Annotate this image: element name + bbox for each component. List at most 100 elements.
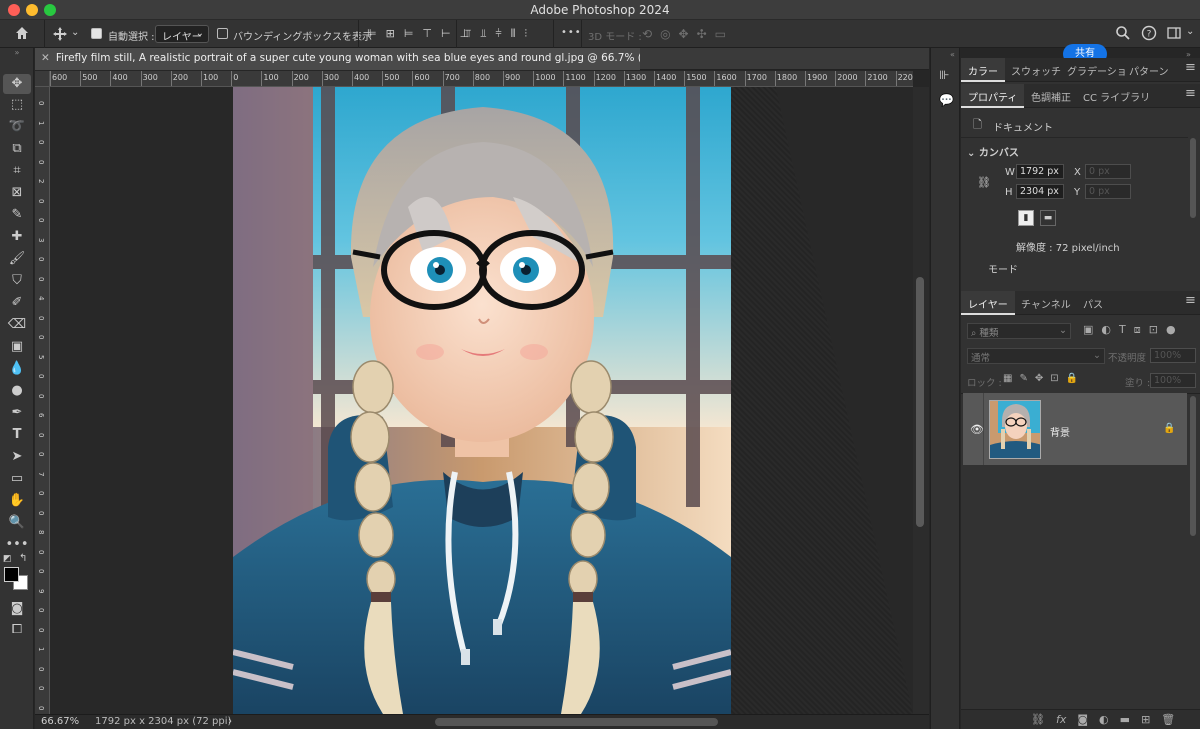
- swap-colors-icon[interactable]: ↰: [19, 553, 27, 564]
- canvas-section-header[interactable]: ⌄ カンバス: [967, 144, 1019, 159]
- screen-mode-icon[interactable]: ⧠: [0, 620, 34, 640]
- move-tool-icon[interactable]: ✥: [3, 74, 31, 94]
- document-image[interactable]: [233, 87, 731, 714]
- healing-brush-tool-icon[interactable]: ✚: [0, 227, 34, 247]
- collapse-right-panels-icon[interactable]: «: [950, 50, 955, 59]
- history-brush-tool-icon[interactable]: ✐: [0, 293, 34, 313]
- tool-preset-chevron-icon[interactable]: ⌄: [71, 27, 79, 38]
- tab-gradients[interactable]: グラデーショ: [1067, 63, 1127, 78]
- vertical-scroll-thumb[interactable]: [916, 277, 924, 527]
- move-tool-icon[interactable]: [52, 26, 68, 46]
- edit-toolbar-icon[interactable]: •••: [0, 535, 34, 555]
- zoom-tool-icon[interactable]: 🔍: [0, 513, 34, 533]
- filter-kind-dropdown[interactable]: ⌕ 種類 ⌄: [967, 323, 1071, 339]
- tab-adjustments[interactable]: 色調補正: [1031, 89, 1071, 104]
- hand-tool-icon[interactable]: ✋: [0, 491, 34, 511]
- auto-select-checkbox[interactable]: [91, 28, 102, 39]
- lock-transparency-icon[interactable]: ▦: [1003, 373, 1012, 384]
- 3d-pan-icon[interactable]: ✥: [679, 27, 689, 41]
- home-icon[interactable]: [14, 25, 30, 45]
- path-selection-tool-icon[interactable]: ➤: [0, 447, 34, 467]
- landscape-orientation-icon[interactable]: ▬: [1040, 210, 1056, 226]
- horizontal-ruler[interactable]: 600 500 400 300 200 100 0 100 200 300 400 500 600 700…: [50, 71, 913, 87]
- tab-patterns[interactable]: パターン: [1129, 63, 1169, 78]
- tab-properties[interactable]: プロパティ: [961, 84, 1025, 108]
- tab-cc-libraries[interactable]: CC ライブラリ: [1083, 89, 1150, 104]
- vertical-ruler[interactable]: 0 1 0 0 2 0 0 3 0 0 4 0 0 5 0 0 6 0 0 7 0 0 8 0 0 9 0 0 1 0 0 0: [35, 87, 50, 714]
- tab-channels[interactable]: チャンネル: [1021, 296, 1071, 311]
- auto-select-dropdown[interactable]: レイヤー ⌄: [155, 25, 209, 43]
- search-icon[interactable]: [1115, 25, 1131, 45]
- comments-panel-icon[interactable]: 💬: [939, 93, 954, 107]
- fill-field[interactable]: 100%: [1150, 373, 1196, 388]
- filter-pixel-icon[interactable]: ▣: [1083, 323, 1093, 337]
- default-colors-icon[interactable]: ◩: [3, 554, 12, 564]
- lock-all-icon[interactable]: 🔒: [1066, 373, 1078, 384]
- blur-tool-icon[interactable]: 💧: [0, 359, 34, 379]
- clone-stamp-tool-icon[interactable]: ⛉: [0, 271, 34, 291]
- distribute-hcenter-icon[interactable]: ⫶: [524, 27, 527, 41]
- frame-tool-icon[interactable]: ⊠: [0, 183, 34, 203]
- vertical-scrollbar[interactable]: [913, 87, 929, 714]
- tab-color[interactable]: カラー: [961, 58, 1005, 82]
- 3d-slide-icon[interactable]: ✣: [697, 27, 707, 41]
- rectangle-tool-icon[interactable]: ▭: [0, 469, 34, 489]
- filter-type-icon[interactable]: T: [1119, 323, 1126, 337]
- layer-thumbnail[interactable]: [989, 400, 1041, 459]
- align-top-icon[interactable]: ⊤: [422, 27, 432, 40]
- link-icon[interactable]: ⛓: [977, 176, 991, 189]
- distribute-bottom-icon[interactable]: ⫩: [495, 27, 501, 41]
- 3d-camera-icon[interactable]: ▭: [715, 27, 726, 41]
- more-options-button[interactable]: •••: [561, 27, 582, 38]
- 3d-roll-icon[interactable]: ◎: [660, 27, 670, 41]
- lasso-tool-icon[interactable]: ➰: [0, 117, 34, 137]
- help-icon[interactable]: ?: [1141, 25, 1157, 45]
- layer-row[interactable]: 👁 背景 🔒: [963, 393, 1187, 465]
- horizontal-scroll-thumb[interactable]: [435, 718, 718, 726]
- height-field[interactable]: 2304 px: [1016, 184, 1064, 199]
- type-tool-icon[interactable]: T: [0, 425, 34, 445]
- close-tab-icon[interactable]: ✕: [41, 52, 50, 64]
- eyedropper-tool-icon[interactable]: ✎: [0, 205, 34, 225]
- collapse-arrows-icon[interactable]: »: [0, 48, 34, 58]
- visibility-eye-icon[interactable]: 👁: [970, 423, 984, 436]
- portrait-orientation-icon[interactable]: ▮: [1018, 210, 1034, 226]
- brush-tool-icon[interactable]: 🖌: [0, 249, 34, 269]
- zoom-level[interactable]: 66.67%: [41, 716, 79, 727]
- distribute-left-icon[interactable]: ⫴: [511, 27, 516, 41]
- y-field[interactable]: 0 px: [1085, 184, 1131, 199]
- link-layers-icon[interactable]: ⛓: [1031, 713, 1045, 726]
- blend-mode-dropdown[interactable]: 通常 ⌄: [967, 348, 1105, 364]
- document-tab[interactable]: ✕ Firefly film still, A realistic portrai…: [35, 48, 640, 70]
- new-layer-icon[interactable]: ⊞: [1141, 713, 1150, 726]
- eraser-tool-icon[interactable]: ⌫: [0, 315, 34, 335]
- filter-shape-icon[interactable]: ⧈: [1134, 323, 1141, 337]
- status-menu-chevron-icon[interactable]: ›: [228, 716, 232, 727]
- distribute-top-icon[interactable]: ⫪: [465, 27, 471, 41]
- filter-adjustment-icon[interactable]: ◐: [1101, 323, 1111, 337]
- chevron-down-icon[interactable]: ⌄: [1186, 26, 1194, 37]
- crop-tool-icon[interactable]: ⌗: [0, 161, 34, 181]
- new-group-icon[interactable]: ▬: [1120, 713, 1130, 726]
- layer-style-icon[interactable]: fx: [1056, 713, 1066, 726]
- marquee-tool-icon[interactable]: ⬚: [0, 95, 34, 115]
- document-info[interactable]: 1792 px x 2304 px (72 ppi): [95, 716, 231, 727]
- canvas-area[interactable]: [50, 87, 913, 714]
- dodge-tool-icon[interactable]: ●: [0, 381, 34, 401]
- align-right-icon[interactable]: ⊨: [404, 27, 414, 40]
- delete-layer-icon[interactable]: 🗑: [1161, 713, 1175, 726]
- align-left-icon[interactable]: ⊫: [367, 27, 377, 40]
- align-center-icon[interactable]: ⊞: [386, 27, 395, 40]
- opacity-field[interactable]: 100%: [1150, 348, 1196, 363]
- width-field[interactable]: 1792 px: [1016, 164, 1064, 179]
- tab-swatches[interactable]: スウォッチ: [1011, 63, 1061, 78]
- gradient-tool-icon[interactable]: ▣: [0, 337, 34, 357]
- x-field[interactable]: 0 px: [1085, 164, 1131, 179]
- lock-position-icon[interactable]: ✥: [1035, 373, 1043, 384]
- align-middle-icon[interactable]: ⊢: [441, 27, 451, 40]
- tab-paths[interactable]: パス: [1083, 296, 1103, 311]
- distribute-vcenter-icon[interactable]: ⫫: [480, 27, 486, 41]
- layers-scroll-thumb[interactable]: [1190, 396, 1196, 536]
- layer-mask-icon[interactable]: ◙: [1077, 713, 1088, 726]
- object-selection-tool-icon[interactable]: ⧉: [0, 139, 34, 159]
